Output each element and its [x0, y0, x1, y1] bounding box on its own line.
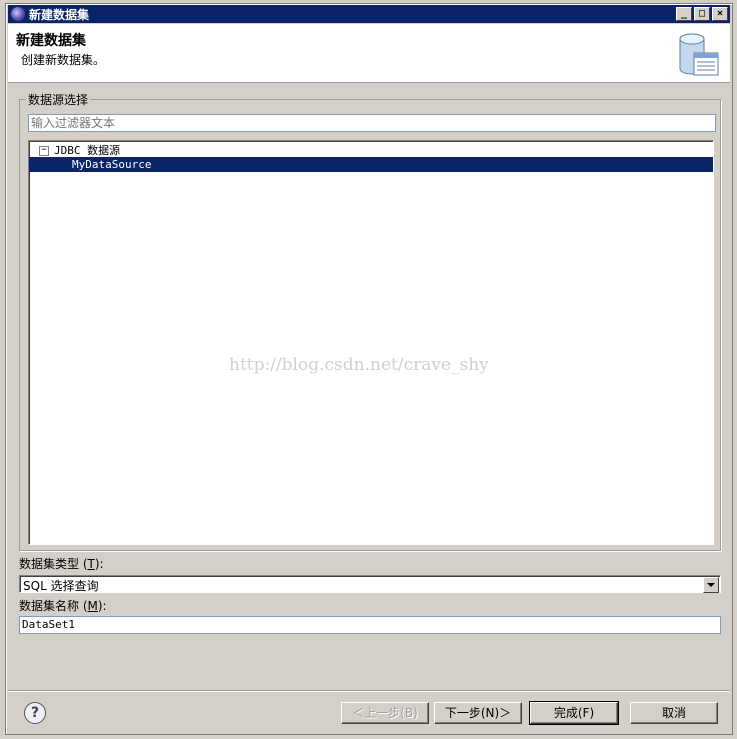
close-button[interactable]: × — [712, 7, 728, 21]
collapse-icon[interactable]: − — [39, 146, 49, 156]
cancel-button[interactable]: 取消 — [630, 702, 718, 724]
watermark: http://blog.csdn.net/crave_shy — [229, 355, 489, 375]
database-table-icon — [679, 33, 719, 76]
finish-button[interactable]: 完成(F) — [529, 701, 619, 725]
datasource-selection-group: 数据源选择 − JDBC 数据源 MyDataSource http://blo… — [19, 91, 721, 551]
dataset-type-value: SQL 选择查询 — [23, 579, 99, 593]
wizard-title: 新建数据集 — [16, 33, 86, 49]
chevron-down-icon[interactable] — [703, 577, 719, 593]
button-bar-separator — [8, 690, 730, 692]
tree-node-label: JDBC 数据源 — [54, 144, 121, 157]
datasource-group-label: 数据源选择 — [26, 91, 91, 108]
dataset-name-label: 数据集名称 (M): — [19, 599, 107, 613]
dataset-type-label: 数据集类型 (T): — [19, 557, 104, 571]
filter-input[interactable] — [28, 114, 716, 132]
eclipse-icon — [11, 7, 25, 21]
window-title: 新建数据集 — [29, 7, 90, 22]
new-dataset-dialog: 新建数据集 _ □ × 新建数据集 创建新数据集。 数据源选择 − JDBC 数… — [5, 3, 733, 735]
tree-node-jdbc[interactable]: − JDBC 数据源 — [29, 143, 713, 158]
wizard-banner: 新建数据集 创建新数据集。 — [8, 24, 730, 83]
maximize-button[interactable]: □ — [694, 7, 710, 21]
dataset-type-select[interactable]: SQL 选择查询 — [19, 575, 721, 593]
next-button[interactable]: 下一步(N)＞ — [434, 702, 522, 724]
help-icon[interactable]: ? — [24, 702, 46, 724]
dataset-name-input[interactable] — [19, 616, 721, 634]
tree-node-label: MyDataSource — [72, 158, 152, 171]
minimize-button[interactable]: _ — [676, 7, 692, 21]
title-bar[interactable]: 新建数据集 _ □ × — [8, 5, 730, 23]
datasource-tree[interactable]: − JDBC 数据源 MyDataSource http://blog.csdn… — [28, 140, 714, 545]
back-button[interactable]: ＜上一步(B) — [341, 702, 429, 724]
tree-node-mydatasource[interactable]: MyDataSource — [29, 157, 713, 172]
wizard-description: 创建新数据集。 — [21, 53, 106, 67]
